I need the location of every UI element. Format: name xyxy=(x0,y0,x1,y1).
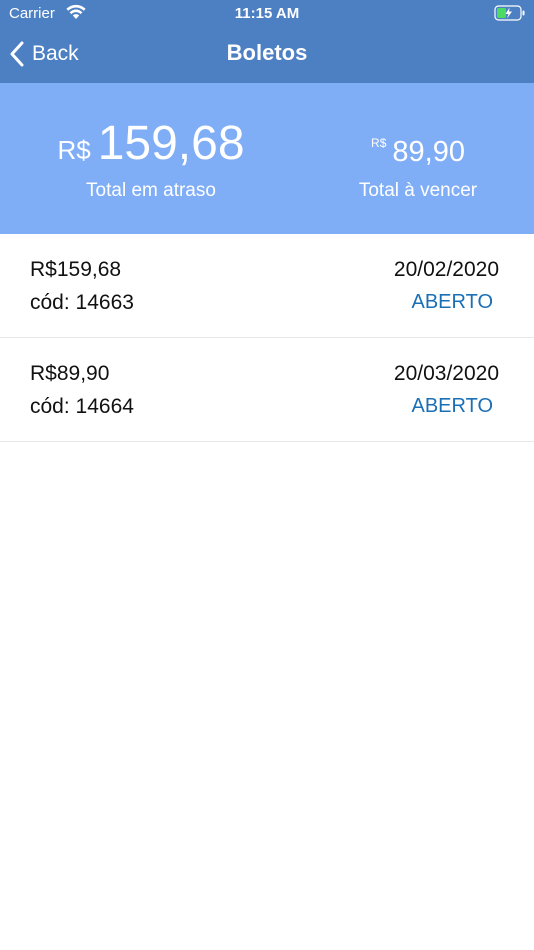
boleto-list: R$159,68 cód: 14663 20/02/2020 ABERTO R$… xyxy=(0,234,534,442)
boleto-code: cód: 14664 xyxy=(30,395,134,418)
overdue-amount: 159,68 xyxy=(97,117,245,170)
boleto-status: ABERTO xyxy=(411,291,493,313)
page-title: Boletos xyxy=(226,40,308,65)
overdue-currency: R$ xyxy=(57,135,91,165)
overdue-label: Total em atraso xyxy=(86,180,216,201)
boleto-row[interactable]: R$89,90 cód: 14664 20/03/2020 ABERTO xyxy=(0,338,534,442)
status-bar: Carrier 11:15 AM xyxy=(0,0,534,30)
boleto-row[interactable]: R$159,68 cód: 14663 20/02/2020 ABERTO xyxy=(0,234,534,338)
upcoming-currency: R$ xyxy=(371,136,387,150)
upcoming-total: R$ 89,90 Total à vencer xyxy=(318,83,518,234)
overdue-total: R$ 159,68 Total em atraso xyxy=(20,83,282,234)
boleto-due-date: 20/02/2020 xyxy=(393,258,499,281)
upcoming-label: Total à vencer xyxy=(358,180,478,201)
totals-summary: R$ 159,68 Total em atraso R$ 89,90 Total… xyxy=(0,83,534,234)
navigation-header: Carrier 11:15 AM Back Boletos xyxy=(0,0,534,83)
battery-charging-icon xyxy=(494,5,526,26)
boleto-due-date: 20/03/2020 xyxy=(393,362,499,385)
boleto-status: ABERTO xyxy=(411,395,493,417)
status-time: 11:15 AM xyxy=(234,5,300,22)
boleto-amount: R$159,68 xyxy=(30,258,122,281)
boleto-code: cód: 14663 xyxy=(30,291,134,314)
upcoming-amount: 89,90 xyxy=(392,136,465,168)
boleto-amount: R$89,90 xyxy=(30,362,110,385)
